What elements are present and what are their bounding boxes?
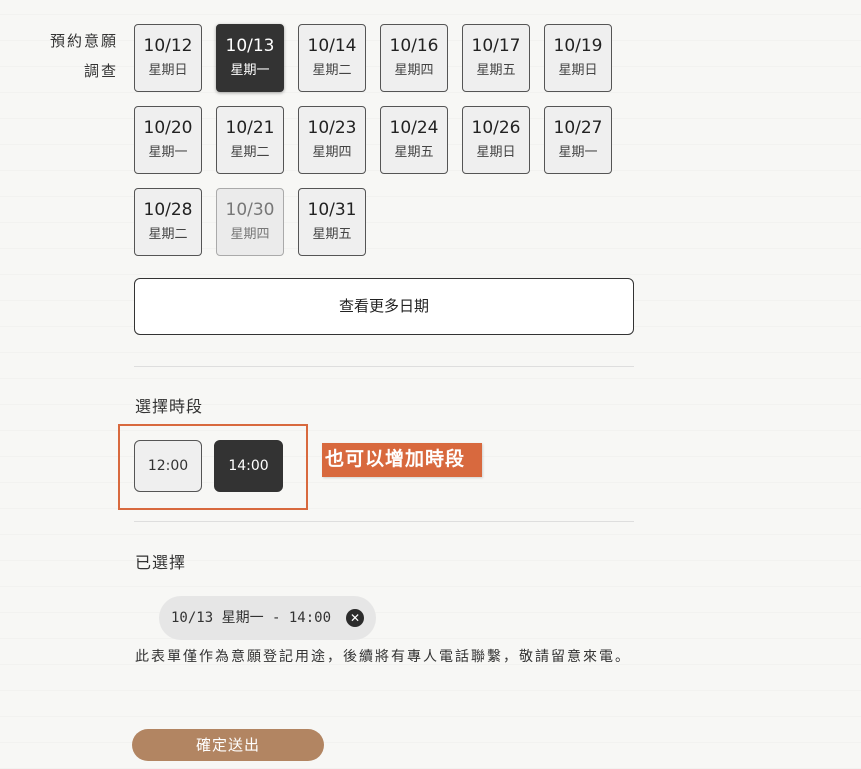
date-option[interactable]: 10/14 星期二 — [298, 24, 366, 92]
date-option-date: 10/21 — [225, 118, 275, 138]
date-option[interactable]: 10/30 星期四 — [216, 188, 284, 256]
date-option[interactable]: 10/20 星期一 — [134, 106, 202, 174]
date-option[interactable]: 10/16 星期四 — [380, 24, 448, 92]
field-label-line1: 預約意願 — [49, 32, 118, 50]
date-option-date: 10/26 — [471, 118, 521, 138]
date-option[interactable]: 10/19 星期日 — [544, 24, 612, 92]
date-option-weekday: 星期二 — [148, 227, 188, 242]
date-option-weekday: 星期一 — [148, 145, 188, 160]
date-option-date: 10/28 — [143, 200, 193, 220]
selected-chip: 10/13 星期一 - 14:00 ✕ — [159, 596, 376, 640]
date-option[interactable]: 10/23 星期四 — [298, 106, 366, 174]
selected-chip-text: 10/13 星期一 - 14:00 — [171, 610, 332, 626]
field-label-line2: 調查 — [83, 62, 118, 80]
date-option-date: 10/17 — [471, 36, 521, 56]
date-option-weekday: 星期四 — [394, 63, 434, 78]
date-option-date: 10/12 — [143, 36, 193, 56]
annotation-label: 也可以增加時段 — [322, 443, 482, 477]
date-option-weekday: 星期五 — [312, 227, 352, 242]
date-option[interactable]: 10/13 星期一 — [216, 24, 284, 92]
submit-button[interactable]: 確定送出 — [132, 729, 324, 761]
date-option-date: 10/24 — [389, 118, 439, 138]
time-slot-1400[interactable]: 14:00 — [214, 440, 283, 492]
time-slot-1200[interactable]: 12:00 — [134, 440, 202, 492]
date-option-weekday: 星期一 — [230, 63, 270, 78]
date-option[interactable]: 10/24 星期五 — [380, 106, 448, 174]
field-label: 預約意願 調查 — [40, 26, 118, 86]
more-dates-button[interactable]: 查看更多日期 — [134, 278, 634, 335]
divider — [134, 366, 634, 367]
date-option-weekday: 星期日 — [476, 145, 516, 160]
date-option-weekday: 星期一 — [558, 145, 598, 160]
date-option-weekday: 星期五 — [394, 145, 434, 160]
date-option-date: 10/20 — [143, 118, 193, 138]
note-text: 此表單僅作為意願登記用途，後續將有專人電話聯繫，敬請留意來電。 — [135, 649, 631, 665]
date-option-weekday: 星期日 — [558, 63, 598, 78]
date-option-date: 10/14 — [307, 36, 357, 56]
date-option[interactable]: 10/27 星期一 — [544, 106, 612, 174]
date-option[interactable]: 10/12 星期日 — [134, 24, 202, 92]
date-option-weekday: 星期二 — [312, 63, 352, 78]
date-option-date: 10/30 — [225, 200, 275, 220]
date-option-date: 10/13 — [225, 36, 275, 56]
date-option-weekday: 星期五 — [476, 63, 516, 78]
time-section-title: 選擇時段 — [135, 397, 204, 416]
date-option-weekday: 星期四 — [230, 227, 270, 242]
selected-section-title: 已選擇 — [135, 553, 187, 572]
date-option-date: 10/31 — [307, 200, 357, 220]
divider — [134, 521, 634, 522]
date-option-weekday: 星期二 — [230, 145, 270, 160]
date-option-weekday: 星期四 — [312, 145, 352, 160]
date-option[interactable]: 10/28 星期二 — [134, 188, 202, 256]
date-option-weekday: 星期日 — [148, 63, 188, 78]
date-option[interactable]: 10/26 星期日 — [462, 106, 530, 174]
date-option-date: 10/23 — [307, 118, 357, 138]
date-option[interactable]: 10/31 星期五 — [298, 188, 366, 256]
date-option-date: 10/19 — [553, 36, 603, 56]
date-option[interactable]: 10/17 星期五 — [462, 24, 530, 92]
date-option-date: 10/16 — [389, 36, 439, 56]
date-option-date: 10/27 — [553, 118, 603, 138]
close-circle-icon[interactable]: ✕ — [346, 609, 364, 627]
date-option[interactable]: 10/21 星期二 — [216, 106, 284, 174]
